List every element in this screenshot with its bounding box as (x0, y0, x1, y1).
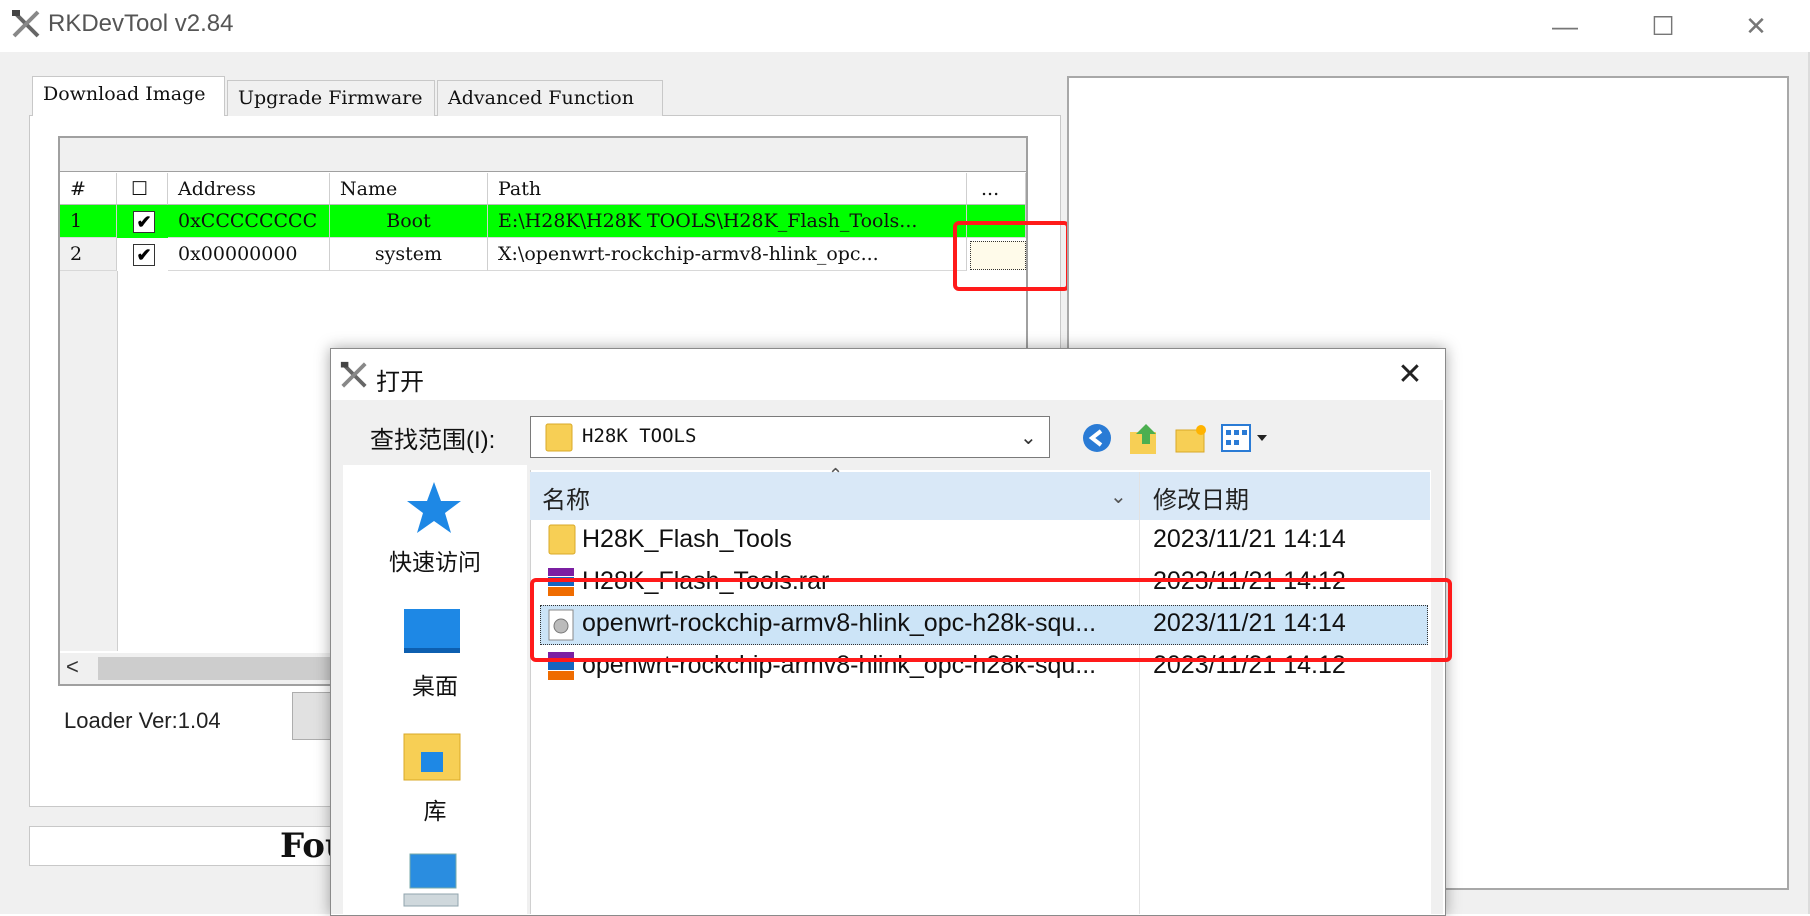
dialog-close-button[interactable]: ✕ (1390, 355, 1430, 395)
row-name[interactable]: Boot (330, 205, 488, 238)
dialog-title: 打开 (376, 369, 424, 396)
row-number: 1 (60, 205, 117, 238)
row-checkbox[interactable]: ✔ (133, 211, 155, 233)
app-tools-icon (10, 8, 42, 40)
row-number-column (60, 271, 118, 651)
window-title: RKDevTool v2.84 (48, 10, 234, 37)
quick-access-icon[interactable] (405, 480, 463, 536)
row-address[interactable]: 0x00000000 (168, 238, 330, 271)
col-header-modified-date[interactable]: 修改日期 (1153, 480, 1249, 515)
column-divider (1139, 472, 1140, 914)
col-header-address[interactable]: Address (168, 173, 330, 205)
col-header-num: # (60, 173, 117, 205)
loader-version: Loader Ver:1.04 (64, 708, 221, 733)
chevron-down-icon[interactable]: ⌄ (1110, 484, 1127, 509)
chevron-down-icon[interactable]: ⌄ (1020, 425, 1037, 450)
row-address[interactable]: 0xCCCCCCCC (168, 205, 330, 238)
maximize-button[interactable]: ☐ (1633, 6, 1693, 46)
minimize-button[interactable]: — (1535, 6, 1595, 46)
look-in-value: H28K TOOLS (582, 425, 697, 447)
highlight-browse-box (953, 221, 1070, 291)
folder-icon (545, 422, 573, 452)
new-folder-icon[interactable] (1174, 422, 1208, 454)
row-name[interactable]: system (330, 238, 488, 271)
row-number: 2 (60, 238, 117, 271)
place-desktop[interactable]: 桌面 (343, 667, 527, 701)
desktop-icon[interactable] (403, 608, 461, 654)
grid-toolbar (60, 138, 1026, 172)
row-path[interactable]: E:\H28K\H28K TOOLS\H28K_Flash_Tools... (488, 205, 967, 238)
tab-upgrade-firmware[interactable]: Upgrade Firmware (227, 80, 435, 116)
up-folder-icon[interactable] (1128, 420, 1162, 456)
tab-advanced-function[interactable]: Advanced Function (437, 80, 663, 116)
sort-up-icon: ⌃ (828, 465, 844, 485)
close-button[interactable]: ✕ (1726, 6, 1786, 46)
file-name[interactable]: H28K_Flash_Tools (582, 525, 792, 554)
col-header-check[interactable]: ☐ (117, 173, 168, 205)
tab-download-image[interactable]: Download Image (32, 76, 225, 116)
highlight-file-box (530, 578, 1452, 662)
folder-icon (548, 523, 576, 555)
col-header-path[interactable]: Path (488, 173, 967, 205)
place-quick-access[interactable]: 快速访问 (343, 543, 527, 577)
back-icon[interactable] (1081, 422, 1113, 454)
look-in-label: 查找范围(I): (370, 427, 496, 454)
col-header-browse: ... (967, 173, 1026, 205)
file-list-header (530, 472, 1430, 520)
col-header-name[interactable]: Name (330, 173, 488, 205)
view-menu-icon[interactable] (1221, 424, 1271, 452)
dialog-tools-icon (339, 360, 369, 390)
file-date: 2023/11/21 14:14 (1153, 525, 1346, 553)
this-pc-icon[interactable] (400, 852, 464, 910)
row-checkbox[interactable]: ✔ (133, 244, 155, 266)
library-icon[interactable] (403, 730, 461, 782)
scroll-left-arrow[interactable]: < (66, 654, 79, 680)
col-header-filename[interactable]: 名称 (542, 480, 590, 515)
scrollbar-thumb[interactable] (98, 657, 348, 680)
place-library[interactable]: 库 (343, 792, 527, 826)
row-path[interactable]: X:\openwrt-rockchip-armv8-hlink_opc... (488, 238, 967, 271)
